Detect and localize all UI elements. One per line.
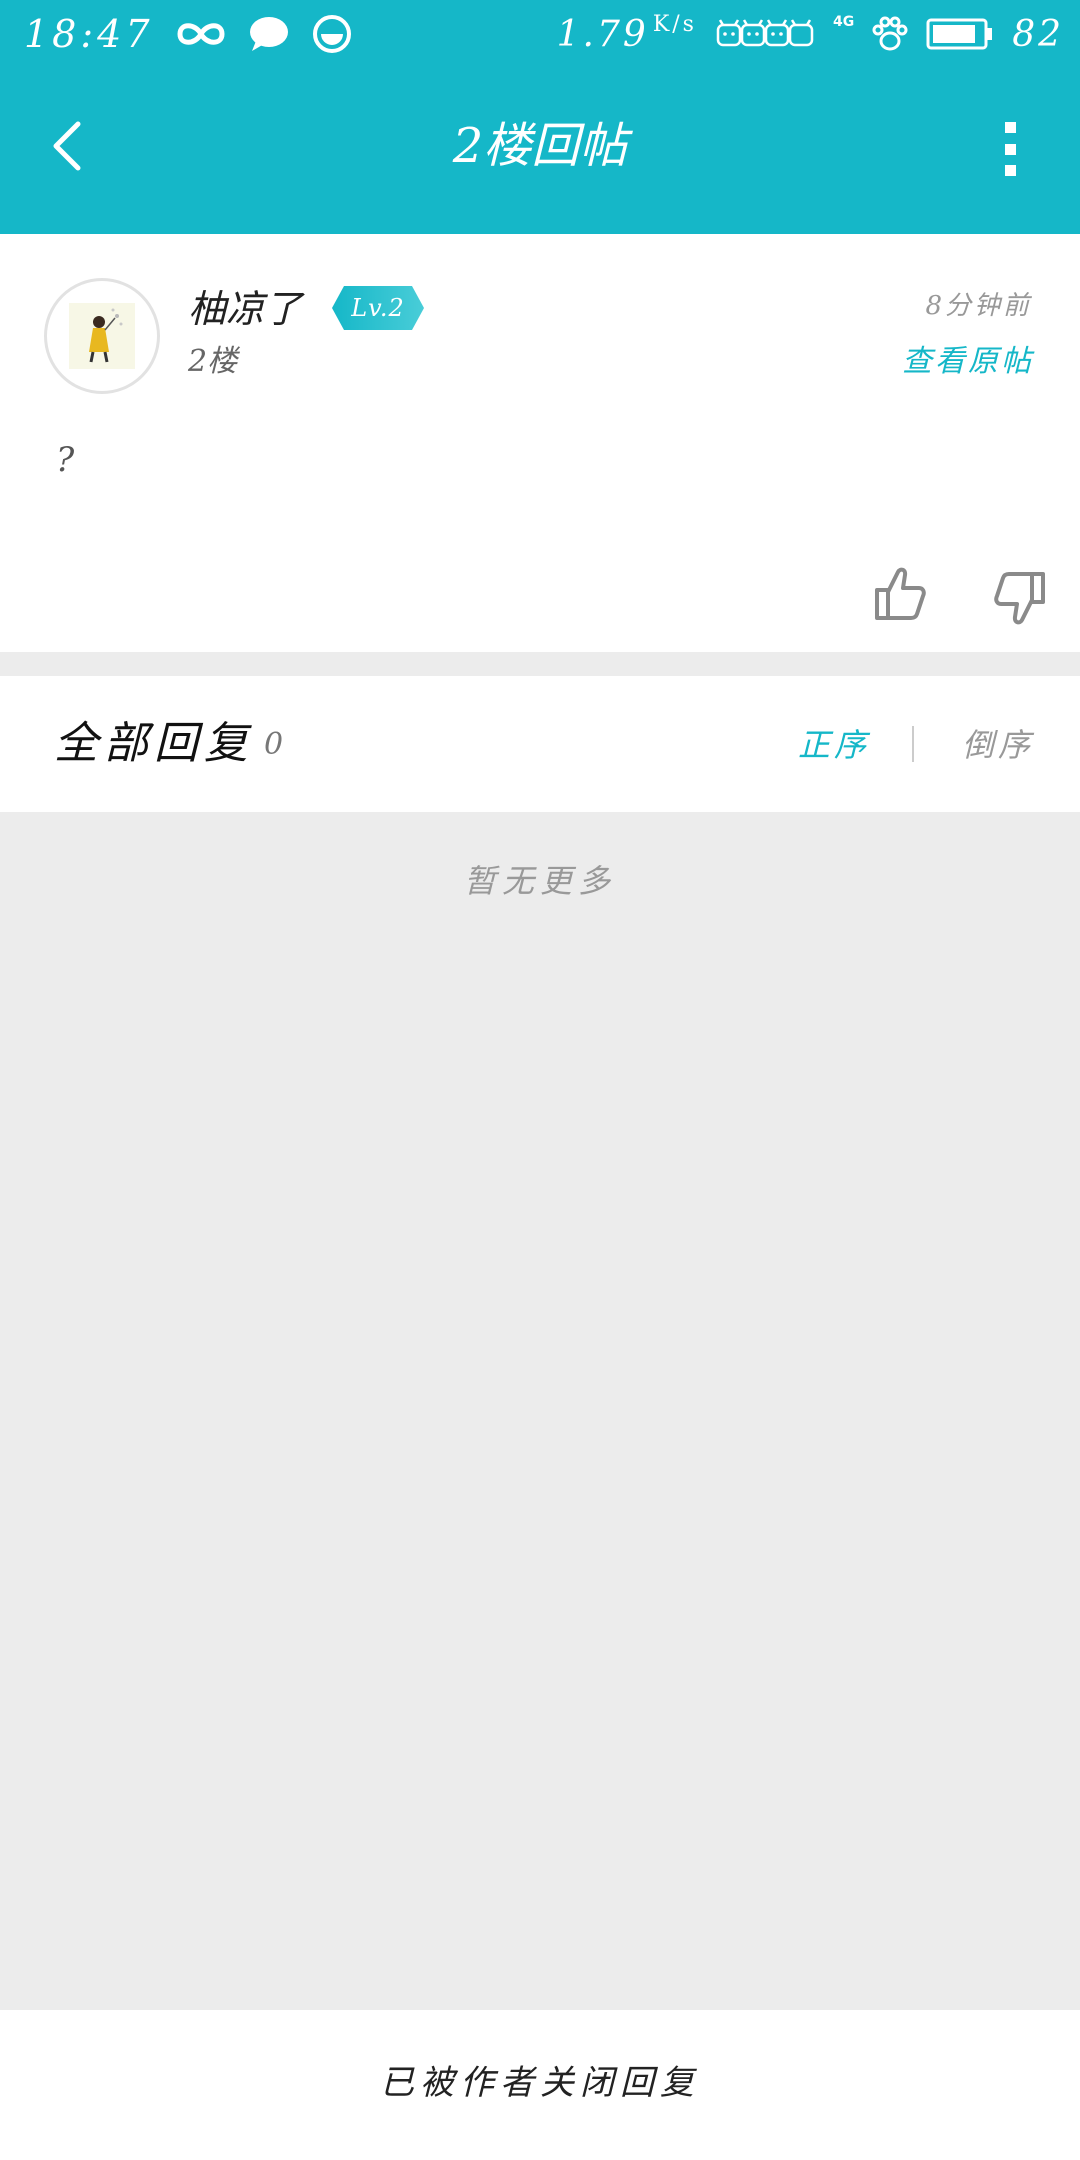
chevron-left-icon <box>53 121 81 171</box>
replies-title: 全部回复 <box>54 718 254 769</box>
post-content: ? <box>56 440 75 480</box>
status-bar: 18:47 1.79 K/s 4G 82 <box>0 0 1080 68</box>
post-time: 8分钟前 <box>925 291 1032 321</box>
status-bar-left: 18:47 <box>24 8 352 60</box>
page: 18:47 1.79 K/s 4G 82 2楼回帖 柚凉了 Lv.2 2楼 8分… <box>0 0 1080 2160</box>
status-time: 18:47 <box>24 12 154 56</box>
like-button[interactable] <box>874 566 926 622</box>
sort-descending-button[interactable]: 倒序 <box>962 720 1034 770</box>
back-button[interactable] <box>36 116 96 176</box>
more-vertical-icon-dot <box>1004 122 1016 133</box>
avatar[interactable] <box>44 278 160 394</box>
thumbs-up-icon <box>875 567 926 620</box>
more-vertical-icon-dot <box>1004 165 1016 176</box>
more-options-button[interactable] <box>1000 122 1020 176</box>
network-speed-unit: K/s <box>652 11 697 37</box>
circle-app-icon <box>312 14 352 54</box>
status-bar-right: 1.79 K/s 4G 82 <box>557 8 1064 60</box>
replies-closed-notice: 已被作者关闭回复 <box>380 2063 700 2103</box>
paw-icon <box>872 15 908 53</box>
sort-divider <box>912 726 914 762</box>
level-badge: Lv.2 <box>332 286 424 330</box>
replies-header: 全部回复 0 正序 倒序 <box>0 676 1080 812</box>
bottom-bar: 已被作者关闭回复 <box>0 2010 1080 2160</box>
avatar-image <box>69 303 135 369</box>
dislike-button[interactable] <box>994 570 1046 626</box>
level-text: Lv.2 <box>351 294 405 322</box>
app-header: 2楼回帖 <box>0 68 1080 234</box>
sort-ascending-button[interactable]: 正序 <box>798 720 870 770</box>
battery-percent: 82 <box>1012 13 1064 55</box>
floor-label: 2楼 <box>188 344 238 379</box>
infinity-icon <box>176 19 226 49</box>
battery-icon <box>926 17 994 51</box>
network-speed: 1.79 K/s <box>556 11 697 55</box>
view-original-link[interactable]: 查看原帖 <box>902 340 1034 384</box>
more-vertical-icon-dot <box>1004 143 1016 155</box>
page-title: 2楼回帖 <box>452 118 628 174</box>
replies-count: 0 <box>264 727 284 762</box>
empty-state-text: 暂无更多 <box>463 862 616 900</box>
network-speed-value: 1.79 <box>556 13 649 55</box>
post-card: 柚凉了 Lv.2 2楼 8分钟前 查看原帖 ? <box>0 234 1080 652</box>
thumbs-down-icon <box>994 572 1045 625</box>
username[interactable]: 柚凉了 <box>188 284 302 334</box>
network-type: 4G <box>832 14 855 30</box>
bilibili-icon <box>715 17 815 51</box>
chat-bubble-icon <box>248 15 290 53</box>
